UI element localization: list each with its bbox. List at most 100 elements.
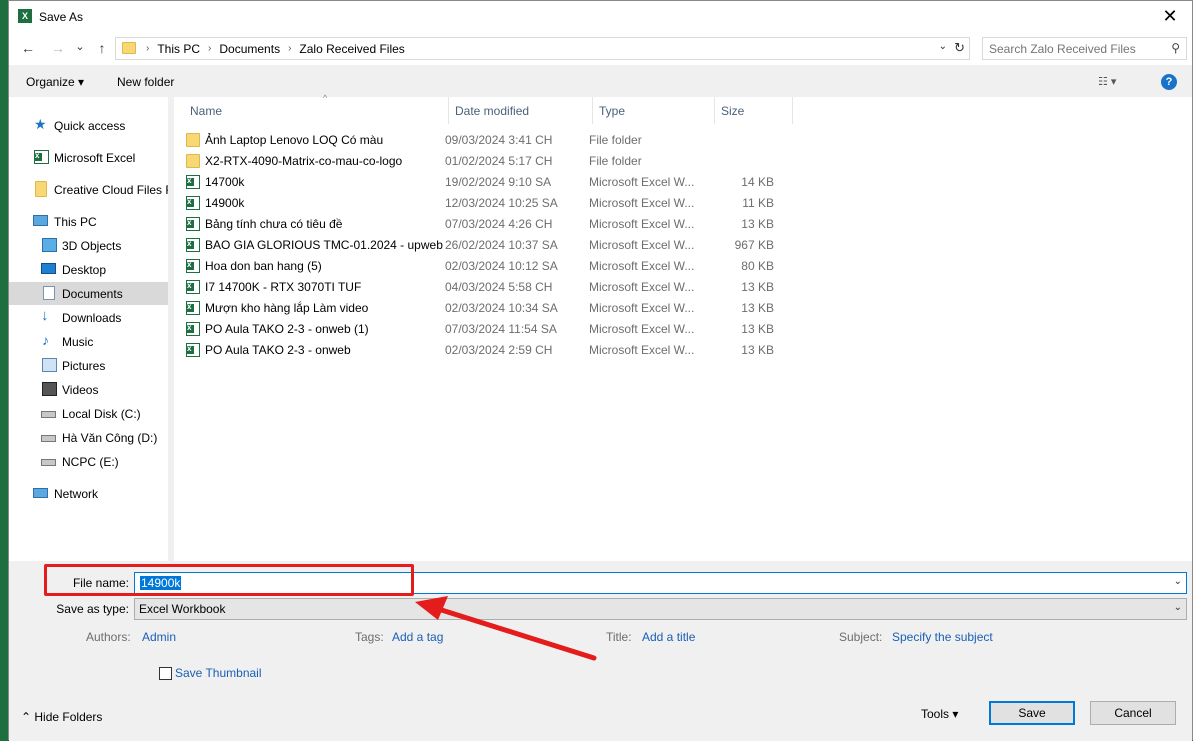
save-button[interactable]: Save: [989, 701, 1075, 725]
download-icon: ↓: [41, 307, 49, 324]
drive-icon: [41, 435, 56, 442]
sidebar-item-3d-objects[interactable]: 3D Objects: [9, 234, 168, 257]
sidebar-item-videos[interactable]: Videos: [9, 378, 168, 401]
title-value[interactable]: Add a title: [642, 630, 695, 644]
tags-value[interactable]: Add a tag: [392, 630, 443, 644]
list-item[interactable]: Hoa don ban hang (5) 02/03/2024 10:12 SA…: [184, 255, 794, 276]
sidebar-item-this-pc[interactable]: This PC: [9, 210, 168, 233]
file-date: 02/03/2024 10:34 SA: [445, 301, 558, 315]
network-icon: [33, 488, 48, 498]
view-options-icon[interactable]: ☷ ▾: [1098, 75, 1116, 88]
chevron-down-icon[interactable]: ⌄: [939, 41, 947, 52]
sidebar-item-label: Music: [62, 335, 94, 349]
sidebar-item-label: Quick access: [54, 119, 126, 133]
list-item[interactable]: X2-RTX-4090-Matrix-co-mau-co-logo 01/02/…: [184, 150, 794, 171]
excel-file-icon: [186, 238, 200, 252]
file-type: Microsoft Excel W...: [589, 322, 695, 336]
list-item[interactable]: Bảng tính chưa có tiêu đề 07/03/2024 4:2…: [184, 213, 794, 234]
document-icon: [43, 286, 55, 300]
address-bar[interactable]: › This PC › Documents › Zalo Received Fi…: [115, 37, 970, 60]
breadcrumb-separator: ›: [288, 43, 292, 54]
forward-button[interactable]: →: [49, 40, 67, 56]
sidebar-item-label: Downloads: [62, 311, 122, 325]
close-button[interactable]: ✕: [1148, 1, 1192, 33]
sidebar-item-pictures[interactable]: Pictures: [9, 354, 168, 377]
back-button[interactable]: ←: [19, 40, 37, 56]
sidebar-item-quick-access[interactable]: ★ Quick access: [9, 114, 168, 137]
sidebar-item-label: Desktop: [62, 263, 107, 277]
list-item[interactable]: 14900k 12/03/2024 10:25 SA Microsoft Exc…: [184, 192, 794, 213]
file-name: Mượn kho hàng lắp Làm video: [205, 301, 369, 315]
breadcrumb-this-pc[interactable]: This PC: [157, 42, 200, 56]
column-header-size[interactable]: Size: [715, 97, 793, 124]
tools-button[interactable]: Tools ▾: [921, 707, 958, 721]
sidebar-item-desktop[interactable]: Desktop: [9, 258, 168, 281]
list-item[interactable]: PO Aula TAKO 2-3 - onweb (1) 07/03/2024 …: [184, 318, 794, 339]
column-header-date[interactable]: Date modified: [449, 97, 593, 124]
file-date: 01/02/2024 5:17 CH: [445, 154, 553, 168]
sidebar-item-drive-d[interactable]: Hà Văn Công (D:): [9, 426, 168, 449]
list-item[interactable]: BAO GIA GLORIOUS TMC-01.2024 - upweb 26/…: [184, 234, 794, 255]
excel-icon: [34, 150, 49, 164]
authors-value[interactable]: Admin: [142, 630, 176, 644]
search-input[interactable]: [983, 38, 1153, 59]
sidebar-item-creative-cloud[interactable]: Creative Cloud Files F: [9, 178, 168, 201]
sidebar-item-label: 3D Objects: [62, 239, 122, 253]
subject-value[interactable]: Specify the subject: [892, 630, 993, 644]
sidebar-item-local-disk-c[interactable]: Local Disk (C:): [9, 402, 168, 425]
file-size: 13 KB: [741, 322, 774, 336]
up-button[interactable]: ↑: [93, 40, 111, 56]
file-name: 14700k: [205, 175, 245, 189]
sidebar-item-label: Creative Cloud Files F: [54, 183, 168, 197]
title-label: Title:: [606, 630, 632, 644]
authors-label: Authors:: [86, 630, 131, 644]
cancel-button[interactable]: Cancel: [1090, 701, 1176, 725]
chevron-down-icon[interactable]: ⌄: [1174, 602, 1182, 613]
sidebar-item-music[interactable]: ♪ Music: [9, 330, 168, 353]
sidebar-item-downloads[interactable]: ↓ Downloads: [9, 306, 168, 329]
sidebar-item-label: Hà Văn Công (D:): [62, 431, 158, 445]
sidebar-item-label: Pictures: [62, 359, 106, 373]
list-item[interactable]: PO Aula TAKO 2-3 - onweb 02/03/2024 2:59…: [184, 339, 794, 360]
sidebar-item-label: Network: [54, 487, 99, 501]
file-name: Ảnh Laptop Lenovo LOQ Có màu: [205, 133, 384, 147]
help-icon[interactable]: ?: [1161, 74, 1177, 90]
file-size: 13 KB: [741, 217, 774, 231]
search-box[interactable]: ⚲: [982, 37, 1187, 60]
file-name: 14900k: [205, 196, 245, 210]
computer-icon: [33, 215, 48, 226]
file-size: 13 KB: [741, 343, 774, 357]
sidebar-item-network[interactable]: Network: [9, 482, 168, 505]
file-name: I7 14700K - RTX 3070TI TUF: [205, 280, 362, 294]
save-thumbnail-label[interactable]: Save Thumbnail: [175, 666, 262, 680]
save-thumbnail-checkbox[interactable]: [159, 667, 172, 680]
list-item[interactable]: 14700k 19/02/2024 9:10 SA Microsoft Exce…: [184, 171, 794, 192]
breadcrumb-zalo-received-files[interactable]: Zalo Received Files: [299, 42, 404, 56]
sidebar-item-microsoft-excel[interactable]: Microsoft Excel: [9, 146, 168, 169]
column-header-name[interactable]: Name ^: [184, 93, 449, 124]
file-type: Microsoft Excel W...: [589, 280, 695, 294]
list-item[interactable]: Ảnh Laptop Lenovo LOQ Có màu 09/03/2024 …: [184, 129, 794, 150]
file-name: Bảng tính chưa có tiêu đề: [205, 217, 343, 231]
list-item[interactable]: Mượn kho hàng lắp Làm video 02/03/2024 1…: [184, 297, 794, 318]
sidebar-item-label: NCPC (E:): [62, 455, 119, 469]
hide-folders-button[interactable]: ⌃ Hide Folders: [21, 710, 102, 724]
recent-locations-button[interactable]: ⌄: [71, 40, 89, 53]
save-type-select[interactable]: Excel Workbook ⌄: [134, 598, 1187, 620]
file-type: Microsoft Excel W...: [589, 175, 695, 189]
organize-button[interactable]: Organize ▾: [26, 75, 84, 89]
file-name: BAO GIA GLORIOUS TMC-01.2024 - upweb: [205, 238, 443, 252]
new-folder-button[interactable]: New folder: [117, 75, 174, 89]
sidebar-item-label: Documents: [62, 287, 123, 301]
sidebar-item-documents[interactable]: Documents: [9, 282, 168, 305]
excel-app-icon: X: [18, 9, 32, 23]
list-item[interactable]: I7 14700K - RTX 3070TI TUF 04/03/2024 5:…: [184, 276, 794, 297]
sidebar-item-drive-e[interactable]: NCPC (E:): [9, 450, 168, 473]
navigation-pane: ★ Quick access Microsoft Excel Creative …: [9, 97, 168, 561]
chevron-down-icon[interactable]: ⌄: [1174, 576, 1182, 587]
file-date: 19/02/2024 9:10 SA: [445, 175, 552, 189]
breadcrumb-documents[interactable]: Documents: [219, 42, 280, 56]
refresh-icon[interactable]: ↻: [954, 40, 965, 56]
drive-icon: [41, 411, 56, 418]
column-header-type[interactable]: Type: [593, 97, 715, 124]
